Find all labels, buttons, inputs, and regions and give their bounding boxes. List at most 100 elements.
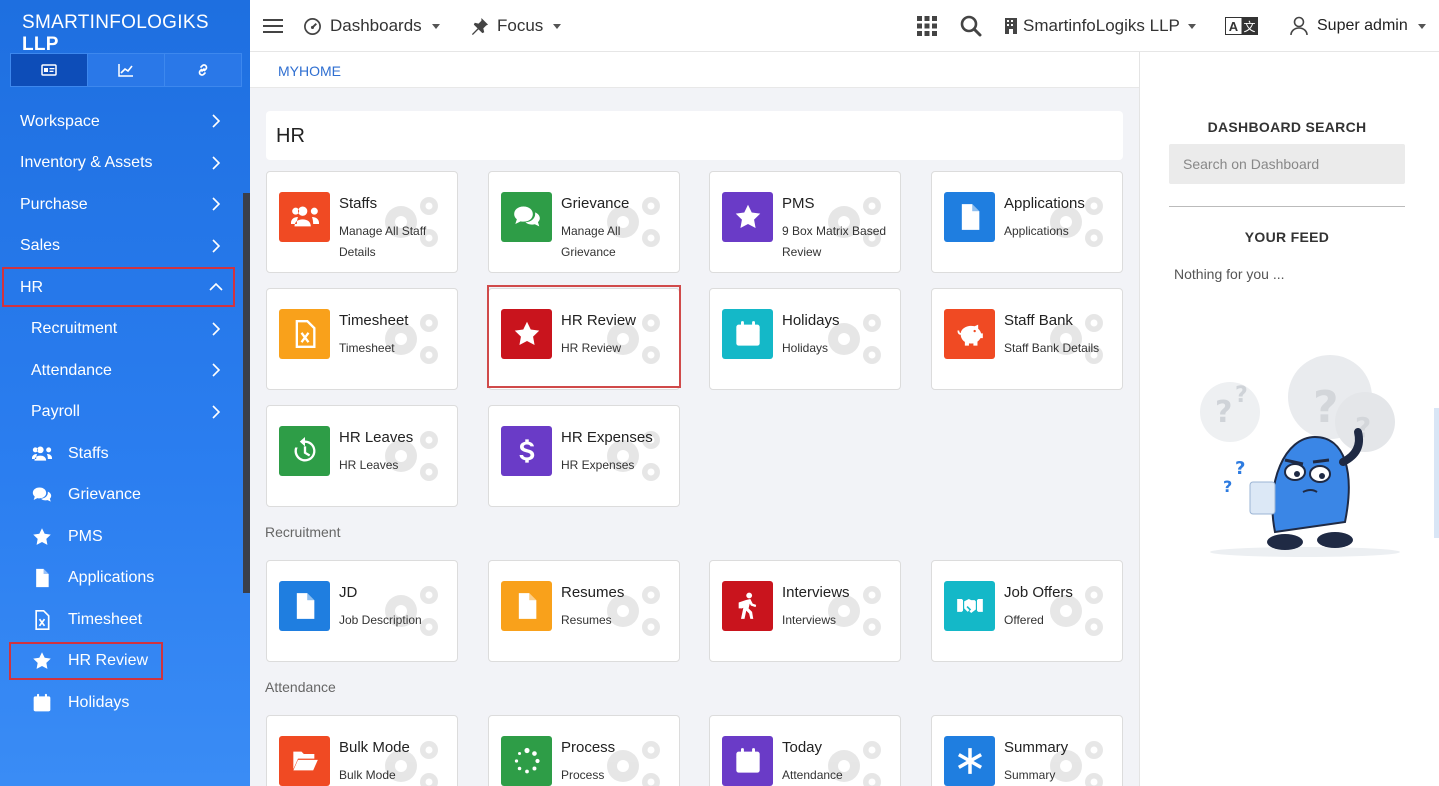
card-description: Manage All Staff Details (339, 224, 427, 259)
dashboards-dropdown[interactable]: Dashboards (303, 0, 440, 52)
sidebar-item-label: Applications (68, 569, 155, 587)
sidebar-item-label: Attendance (31, 361, 112, 379)
card-description: Process (561, 768, 605, 782)
chevron-right-icon (212, 404, 221, 419)
star-icon (30, 527, 54, 547)
brand-logo[interactable]: SMARTINFOLOGIKS LLP (0, 0, 250, 55)
menu-toggle-button[interactable] (263, 0, 283, 52)
card-title: Staffs (339, 195, 378, 212)
card-today[interactable]: Today Attendance (709, 715, 901, 786)
chevron-right-icon (212, 197, 221, 211)
card-description: Manage All Grievance (561, 224, 621, 259)
confused-mascot-illustration: ? ? ? ? ? ? (1200, 355, 1400, 557)
search-button[interactable] (960, 0, 982, 52)
svg-text:文: 文 (1243, 19, 1255, 34)
card-description: Bulk Mode (339, 768, 396, 782)
breadcrumb: MYHOME (250, 52, 1139, 88)
card-title: Interviews (782, 584, 850, 601)
card-title: Summary (1004, 739, 1069, 756)
sidebar-item-workspace[interactable]: Workspace (0, 101, 243, 143)
page-title: HR (266, 111, 1123, 160)
section-label-attendance: Attendance (265, 679, 336, 695)
sidebar-item-grievance[interactable]: Grievance (0, 475, 243, 517)
sidebar-item-pms[interactable]: PMS (0, 516, 243, 558)
tab-charts[interactable] (88, 54, 165, 86)
piggy-bank-icon (944, 309, 995, 359)
sidebar-item-inventory-assets[interactable]: Inventory & Assets (0, 143, 243, 185)
card-staffs[interactable]: Staffs Manage All Staff Details (266, 171, 458, 273)
sidebar-item-label: Holidays (68, 693, 130, 711)
sidebar-item-purchase[interactable]: Purchase (0, 184, 243, 226)
chevron-down-icon (1187, 23, 1196, 29)
calendar-icon (30, 693, 54, 713)
sidebar-item-sales[interactable]: Sales (0, 226, 243, 268)
search-icon (960, 15, 982, 37)
sidebar-item-label: Workspace (20, 112, 100, 130)
card-title: HR Expenses (561, 429, 653, 446)
card-hr-expenses[interactable]: HR Expenses HR Expenses (488, 405, 680, 507)
chart-line-icon (118, 64, 133, 77)
card-resumes[interactable]: Resumes Resumes (488, 560, 680, 662)
asterisk-icon (944, 736, 995, 786)
chevron-right-icon (212, 238, 221, 253)
dashboard-search-input[interactable] (1169, 144, 1405, 184)
card-grievance[interactable]: Grievance Manage All Grievance (488, 171, 680, 273)
sidebar-item-staffs[interactable]: Staffs (0, 433, 243, 475)
card-holidays[interactable]: Holidays Holidays (709, 288, 901, 390)
file-excel-icon (279, 309, 330, 359)
sidebar-item-attendance[interactable]: Attendance (0, 350, 243, 392)
calendar-icon (722, 309, 773, 359)
card-title: Bulk Mode (339, 739, 410, 756)
star-icon (722, 192, 773, 242)
sidebar-item-label: Purchase (20, 195, 88, 213)
company-dropdown[interactable]: SmartinfoLogiks LLP (1005, 0, 1196, 52)
link-icon (198, 64, 208, 76)
card-title: Resumes (561, 584, 625, 601)
card-description: HR Expenses (561, 458, 635, 472)
card-jd[interactable]: JD Job Description (266, 560, 458, 662)
apps-grid-button[interactable] (917, 0, 937, 52)
card-pms[interactable]: PMS 9 Box Matrix Based Review (709, 171, 901, 273)
card-timesheet[interactable]: Timesheet Timesheet (266, 288, 458, 390)
card-title: Applications (1004, 195, 1085, 212)
sidebar-item-applications[interactable]: Applications (0, 558, 243, 600)
card-title: Staff Bank (1004, 312, 1073, 329)
sidebar-item-recruitment[interactable]: Recruitment (0, 309, 243, 351)
folder-open-icon (279, 736, 330, 786)
sidebar-item-holidays[interactable]: Holidays (0, 682, 243, 724)
svg-text:?: ? (1235, 458, 1245, 479)
breadcrumb-myhome[interactable]: MYHOME (278, 63, 341, 79)
sidebar-scrollbar[interactable] (243, 193, 250, 593)
dashboard-main: HR Staffs Manage All Staff Details Grievan… (250, 88, 1139, 786)
tab-links[interactable] (165, 54, 241, 86)
sidebar-item-payroll[interactable]: Payroll (0, 392, 243, 434)
card-summary[interactable]: Summary Summary (931, 715, 1123, 786)
card-bulk-mode[interactable]: Bulk Mode Bulk Mode (266, 715, 458, 786)
svg-text:?: ? (1313, 382, 1339, 433)
card-applications[interactable]: Applications Applications (931, 171, 1123, 273)
building-icon (1005, 18, 1017, 34)
svg-text:?: ? (1223, 477, 1232, 496)
sidebar-item-label: Payroll (31, 403, 80, 421)
users-icon (279, 192, 330, 242)
svg-text:A: A (1229, 19, 1239, 34)
brand-name: SMARTINFOLOGIKS (22, 12, 209, 33)
chevron-right-icon (212, 114, 221, 128)
card-staff-bank[interactable]: Staff Bank Staff Bank Details (931, 288, 1123, 390)
language-button[interactable]: A文 (1225, 0, 1258, 52)
focus-dropdown[interactable]: Focus (470, 0, 562, 52)
user-icon (1290, 16, 1308, 36)
card-interviews[interactable]: Interviews Interviews (709, 560, 901, 662)
card-job-offers[interactable]: Job Offers Offered (931, 560, 1123, 662)
users-icon (30, 444, 54, 464)
user-menu-dropdown[interactable]: Super admin (1290, 0, 1426, 52)
card-description: Summary (1004, 768, 1056, 782)
sidebar-item-timesheet[interactable]: Timesheet (0, 599, 243, 641)
sidebar-item-label: Sales (20, 237, 61, 255)
tab-id-card[interactable] (11, 54, 88, 86)
card-hr-leaves[interactable]: HR Leaves HR Leaves (266, 405, 458, 507)
card-description: Holidays (782, 341, 829, 355)
right-panel: DASHBOARD SEARCH YOUR FEED Nothing for y… (1139, 52, 1439, 786)
card-description: 9 Box Matrix Based Review (782, 224, 887, 259)
card-process[interactable]: Process Process (488, 715, 680, 786)
